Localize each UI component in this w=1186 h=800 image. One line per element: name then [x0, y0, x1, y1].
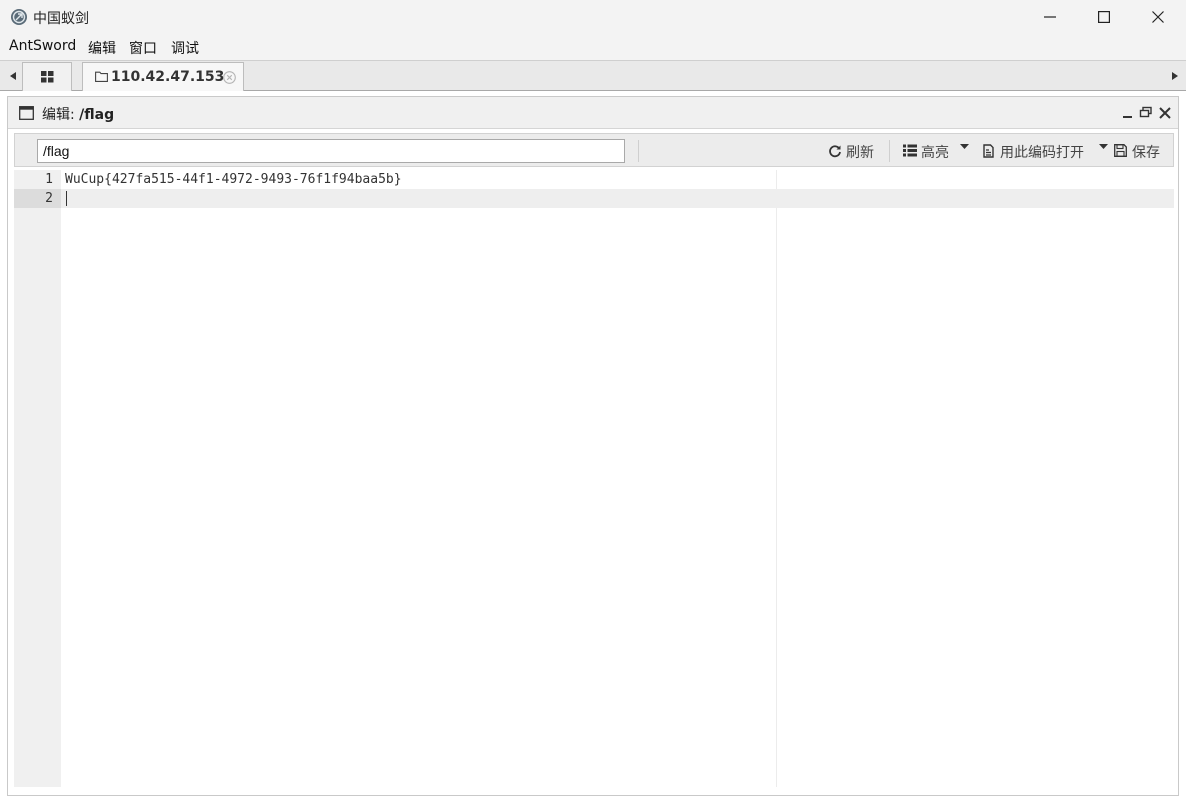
panel-header: 编辑: /flag: [8, 97, 1178, 129]
close-window-button[interactable]: [1131, 0, 1185, 34]
panel-title: 编辑: /flag: [42, 104, 114, 124]
triangle-right-icon: [1172, 72, 1178, 80]
file-path-input[interactable]: [37, 139, 625, 163]
menu-bar: AntSword 编辑 窗口 调试: [0, 34, 1186, 60]
tab-close-icon[interactable]: [223, 71, 236, 84]
triangle-left-icon: [10, 72, 16, 80]
panel-restore-icon[interactable]: [1139, 106, 1153, 120]
window-titlebar: 中国蚁剑: [0, 0, 1186, 34]
minimize-button[interactable]: [1023, 0, 1077, 34]
editor-toolbar: 刷新 高亮 用此编码打开 保存: [14, 133, 1174, 167]
grid-icon: [41, 71, 54, 83]
line-number-gutter: [14, 170, 61, 787]
print-margin: [776, 170, 777, 787]
menu-antsword[interactable]: AntSword: [9, 38, 76, 54]
panel-title-path: /flag: [79, 107, 115, 123]
line-number: 1: [45, 172, 53, 187]
code-line[interactable]: 1 WuCup{427fa515-44f1-4972-9493-76f1f94b…: [14, 170, 1174, 189]
antsword-logo-icon: [11, 9, 27, 25]
editor-panel: 编辑: /flag 刷新 高亮: [7, 96, 1179, 796]
maximize-icon: [1098, 11, 1110, 23]
open-with-encoding-dropdown[interactable]: 用此编码打开: [982, 140, 1108, 162]
text-cursor: [66, 191, 67, 206]
close-icon: [1152, 11, 1164, 23]
tab-scroll-left-button[interactable]: [5, 61, 21, 91]
panel-title-prefix: 编辑:: [42, 107, 75, 123]
menu-window[interactable]: 窗口: [129, 38, 157, 58]
tab-bar: 110.42.47.153: [0, 60, 1186, 91]
list-icon: [903, 144, 917, 157]
save-icon: [1114, 144, 1127, 157]
tab-host[interactable]: 110.42.47.153: [82, 62, 244, 91]
window-icon: [19, 106, 34, 120]
code-line-active[interactable]: 2: [14, 189, 1174, 208]
toolbar-separator: [889, 140, 890, 162]
save-label: 保存: [1132, 145, 1160, 161]
code-editor[interactable]: 1 WuCup{427fa515-44f1-4972-9493-76f1f94b…: [14, 170, 1174, 787]
maximize-button[interactable]: [1077, 0, 1131, 34]
code-text-area[interactable]: [61, 170, 1174, 787]
save-button[interactable]: 保存: [1114, 140, 1164, 162]
tab-home-grid[interactable]: [22, 62, 72, 91]
refresh-label: 刷新: [846, 145, 874, 161]
line-number: 2: [14, 189, 61, 208]
toolbar-separator: [638, 140, 639, 162]
window-title: 中国蚁剑: [33, 11, 89, 27]
refresh-icon: [829, 145, 841, 158]
highlight-label: 高亮: [921, 145, 949, 161]
refresh-button[interactable]: 刷新: [828, 140, 878, 162]
panel-minimize-icon[interactable]: [1121, 106, 1135, 120]
open-with-encoding-label: 用此编码打开: [1000, 145, 1084, 161]
menu-edit[interactable]: 编辑: [88, 38, 116, 58]
tab-host-label: 110.42.47.153: [111, 69, 225, 85]
line-text[interactable]: WuCup{427fa515-44f1-4972-9493-76f1f94baa…: [65, 170, 402, 189]
highlight-dropdown[interactable]: 高亮: [903, 140, 975, 162]
caret-down-icon: [960, 144, 969, 149]
file-encoding-icon: [983, 144, 994, 158]
folder-icon: [95, 71, 108, 82]
menu-debug[interactable]: 调试: [171, 38, 199, 58]
tab-scroll-right-button[interactable]: [1167, 61, 1183, 91]
panel-close-icon[interactable]: [1158, 106, 1172, 120]
minimize-icon: [1044, 16, 1056, 18]
caret-down-icon: [1099, 144, 1108, 149]
